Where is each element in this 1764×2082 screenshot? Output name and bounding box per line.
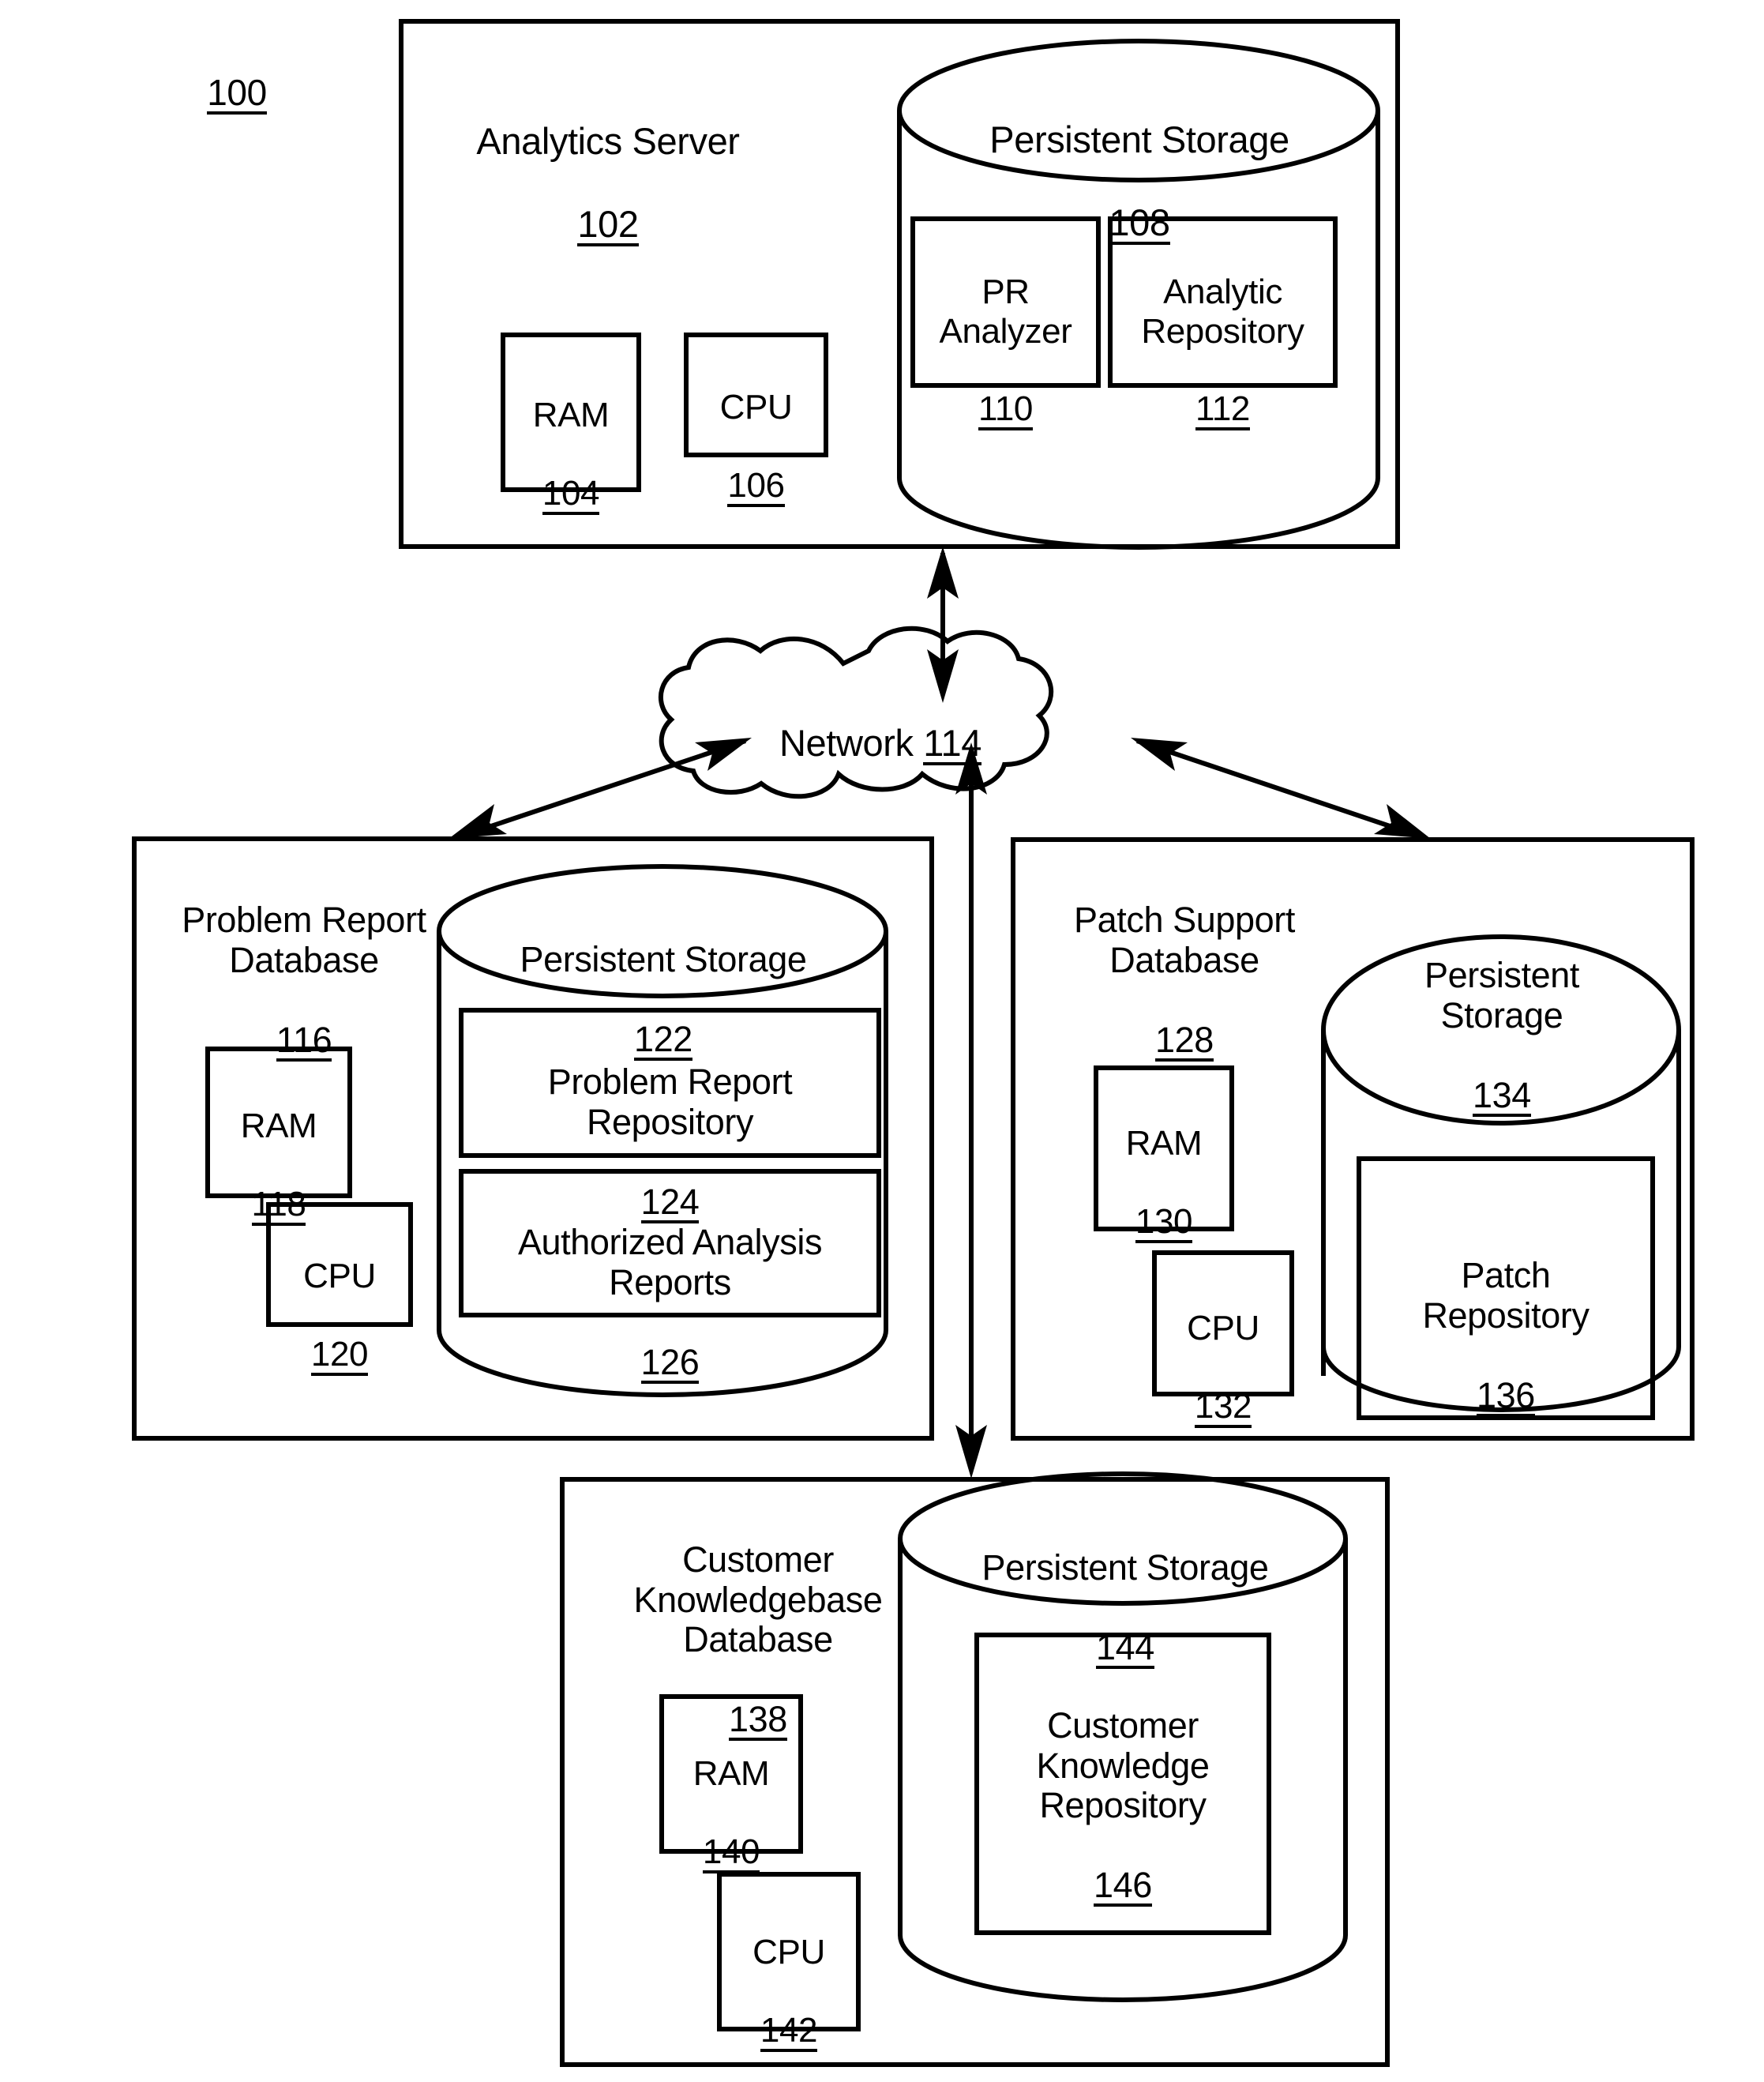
- network-label: Network 114: [779, 721, 981, 765]
- analytics-server-title: Analytics Server 102: [476, 119, 740, 246]
- arrow-network-patchdb-line: [1136, 738, 1414, 836]
- patchdb-storage-title: Persistent Storage 134: [1424, 955, 1580, 1117]
- custdb-cpu-label: CPU 142: [719, 1894, 858, 2052]
- custdb-ram-label: RAM 140: [662, 1716, 801, 1873]
- prdb-cpu-label: CPU 120: [268, 1218, 411, 1376]
- patent-figure-canvas: 100 Analytics Server 102 RAM 104 CPU 106…: [0, 0, 1764, 2082]
- arrow-network-prdb-head-sw: [449, 804, 507, 839]
- problem-report-db-title: Problem Report Database 116: [182, 900, 426, 1062]
- arrow-network-patchdb-head-se: [1374, 804, 1431, 839]
- custdb-storage-title: Persistent Storage 144: [981, 1547, 1269, 1670]
- analytic-repository-label: Analytic Repository 112: [1110, 234, 1335, 431]
- patchdb-ram-label: RAM 130: [1096, 1085, 1232, 1243]
- arrow-server-network-head-up: [927, 547, 959, 599]
- figure-numeral: 100: [207, 71, 267, 115]
- patch-support-db-title: Patch Support Database 128: [1074, 900, 1295, 1062]
- customer-knowledge-repository-label: Customer Knowledge Repository 146: [1036, 1705, 1210, 1907]
- arrow-network-prdb-head-ne: [695, 738, 752, 771]
- patchdb-cpu-label: CPU 132: [1154, 1270, 1292, 1428]
- customer-kb-db-title: Customer Knowledgebase Database 138: [633, 1539, 883, 1741]
- prdb-ram-label: RAM 118: [208, 1068, 350, 1226]
- patch-repository-label: Patch Repository 136: [1422, 1255, 1589, 1417]
- analytics-storage-title: Persistent Storage 108: [989, 118, 1289, 245]
- analytics-ram-label: RAM 104: [503, 357, 639, 515]
- analytics-cpu-label: CPU 106: [686, 349, 826, 507]
- pr-analyzer-label: PR Analyzer 110: [913, 234, 1098, 431]
- arrow-network-prdb-line: [467, 738, 746, 836]
- authorized-analysis-reports-label: Authorized Analysis Reports 126: [517, 1222, 823, 1384]
- arrow-network-custdb-head-down: [955, 1425, 987, 1479]
- arrow-network-patchdb-head-nw: [1131, 738, 1188, 771]
